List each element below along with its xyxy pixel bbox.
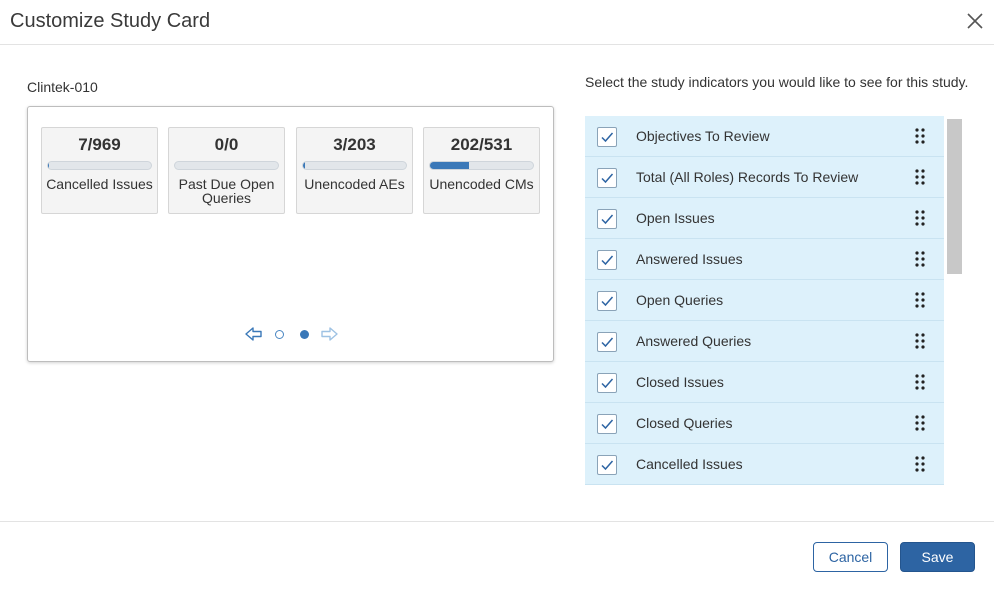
indicator-label: Open Queries xyxy=(636,292,724,308)
save-button[interactable]: Save xyxy=(900,542,975,572)
indicator-row[interactable]: Answered Issues xyxy=(585,239,944,280)
indicator-tile: 0/0 Past Due Open Queries xyxy=(168,127,285,214)
checkmark-icon xyxy=(601,296,614,307)
checkmark-icon xyxy=(601,460,614,471)
drag-handle[interactable] xyxy=(914,127,926,145)
instructions-text: Select the study indicators you would li… xyxy=(585,74,969,90)
indicator-row[interactable]: Objectives To Review xyxy=(585,116,944,157)
tile-progress-fill xyxy=(48,162,49,169)
drag-handle-icon xyxy=(915,292,925,308)
pager-dot[interactable] xyxy=(300,330,309,339)
study-name: Clintek-010 xyxy=(27,79,98,95)
tile-progress-fill xyxy=(303,162,305,169)
checkmark-icon xyxy=(601,132,614,143)
arrow-right-icon xyxy=(321,327,338,341)
checkmark-icon xyxy=(601,214,614,225)
tile-value: 7/969 xyxy=(78,135,121,154)
drag-handle-icon xyxy=(915,169,925,185)
checkmark-icon xyxy=(601,378,614,389)
indicator-row[interactable]: Cancelled Issues xyxy=(585,444,944,485)
scrollbar-thumb[interactable] xyxy=(947,119,962,274)
indicator-label: Answered Issues xyxy=(636,251,743,267)
indicator-row[interactable]: Closed Issues xyxy=(585,362,944,403)
drag-handle[interactable] xyxy=(914,209,926,227)
drag-handle[interactable] xyxy=(914,291,926,309)
indicator-label: Answered Queries xyxy=(636,333,752,349)
indicator-checkbox[interactable] xyxy=(597,168,617,188)
tile-value: 202/531 xyxy=(450,135,513,154)
indicator-tile: 7/969 Cancelled Issues xyxy=(41,127,158,214)
drag-handle[interactable] xyxy=(914,455,926,473)
drag-handle[interactable] xyxy=(914,332,926,350)
carousel-pager xyxy=(245,326,340,344)
checkmark-icon xyxy=(601,337,614,348)
indicator-label: Total (All Roles) Records To Review xyxy=(636,169,859,185)
drag-handle-icon xyxy=(915,333,925,349)
drag-handle-icon xyxy=(915,374,925,390)
arrow-left-icon xyxy=(245,327,262,341)
indicator-tile: 202/531 Unencoded CMs xyxy=(423,127,540,214)
dialog-title: Customize Study Card xyxy=(10,10,211,32)
drag-handle[interactable] xyxy=(914,414,926,432)
indicator-checkbox[interactable] xyxy=(597,250,617,270)
drag-handle-icon xyxy=(915,210,925,226)
arrow-right-button[interactable] xyxy=(320,326,338,347)
indicator-label: Objectives To Review xyxy=(636,128,770,144)
indicator-label: Cancelled Issues xyxy=(636,456,743,472)
drag-handle-icon xyxy=(915,415,925,431)
tile-value: 3/203 xyxy=(333,135,376,154)
tile-label: Unencoded CMs xyxy=(429,176,534,192)
tile-progress-bar xyxy=(174,161,279,170)
indicator-checkbox[interactable] xyxy=(597,332,617,352)
dialog-header: Customize Study Card xyxy=(0,0,994,45)
checkmark-icon xyxy=(601,419,614,430)
indicator-checkbox[interactable] xyxy=(597,127,617,147)
tile-progress-bar xyxy=(302,161,407,170)
indicator-row[interactable]: Closed Queries xyxy=(585,403,944,444)
cancel-button[interactable]: Cancel xyxy=(813,542,888,572)
indicator-row[interactable]: Answered Queries xyxy=(585,321,944,362)
tile-label: Unencoded AEs xyxy=(304,176,405,192)
checkmark-icon xyxy=(601,173,614,184)
indicator-list: Objectives To Review Total (All Roles) Re… xyxy=(585,116,944,491)
close-icon xyxy=(967,13,983,29)
indicator-label: Closed Queries xyxy=(636,415,733,431)
drag-handle-icon xyxy=(915,456,925,472)
indicator-label: Open Issues xyxy=(636,210,715,226)
pager-dot[interactable] xyxy=(275,330,284,339)
drag-handle-icon xyxy=(915,128,925,144)
drag-handle[interactable] xyxy=(914,168,926,186)
arrow-left-button[interactable] xyxy=(245,326,263,347)
drag-handle-icon xyxy=(915,251,925,267)
indicator-checkbox[interactable] xyxy=(597,291,617,311)
drag-handle[interactable] xyxy=(914,250,926,268)
indicator-checkbox[interactable] xyxy=(597,209,617,229)
indicator-checkbox[interactable] xyxy=(597,414,617,434)
indicator-tile: 3/203 Unencoded AEs xyxy=(296,127,413,214)
footer-divider xyxy=(0,521,994,522)
drag-handle[interactable] xyxy=(914,373,926,391)
indicator-row[interactable]: Total (All Roles) Records To Review xyxy=(585,157,944,198)
checkmark-icon xyxy=(601,255,614,266)
indicator-label: Closed Issues xyxy=(636,374,724,390)
study-card-preview: 7/969 Cancelled Issues 0/0 Past Due Open Qu… xyxy=(27,106,554,362)
indicator-row[interactable]: Open Issues xyxy=(585,198,944,239)
tile-progress-fill xyxy=(430,162,470,169)
tile-value: 0/0 xyxy=(214,135,239,154)
indicator-checkbox[interactable] xyxy=(597,373,617,393)
tile-label: Past Due Open Queries xyxy=(178,176,275,206)
tile-progress-bar xyxy=(429,161,534,170)
close-button[interactable] xyxy=(964,10,986,32)
tile-progress-bar xyxy=(47,161,152,170)
indicator-row[interactable]: Open Queries xyxy=(585,280,944,321)
indicator-checkbox[interactable] xyxy=(597,455,617,475)
tile-label: Cancelled Issues xyxy=(46,176,153,192)
